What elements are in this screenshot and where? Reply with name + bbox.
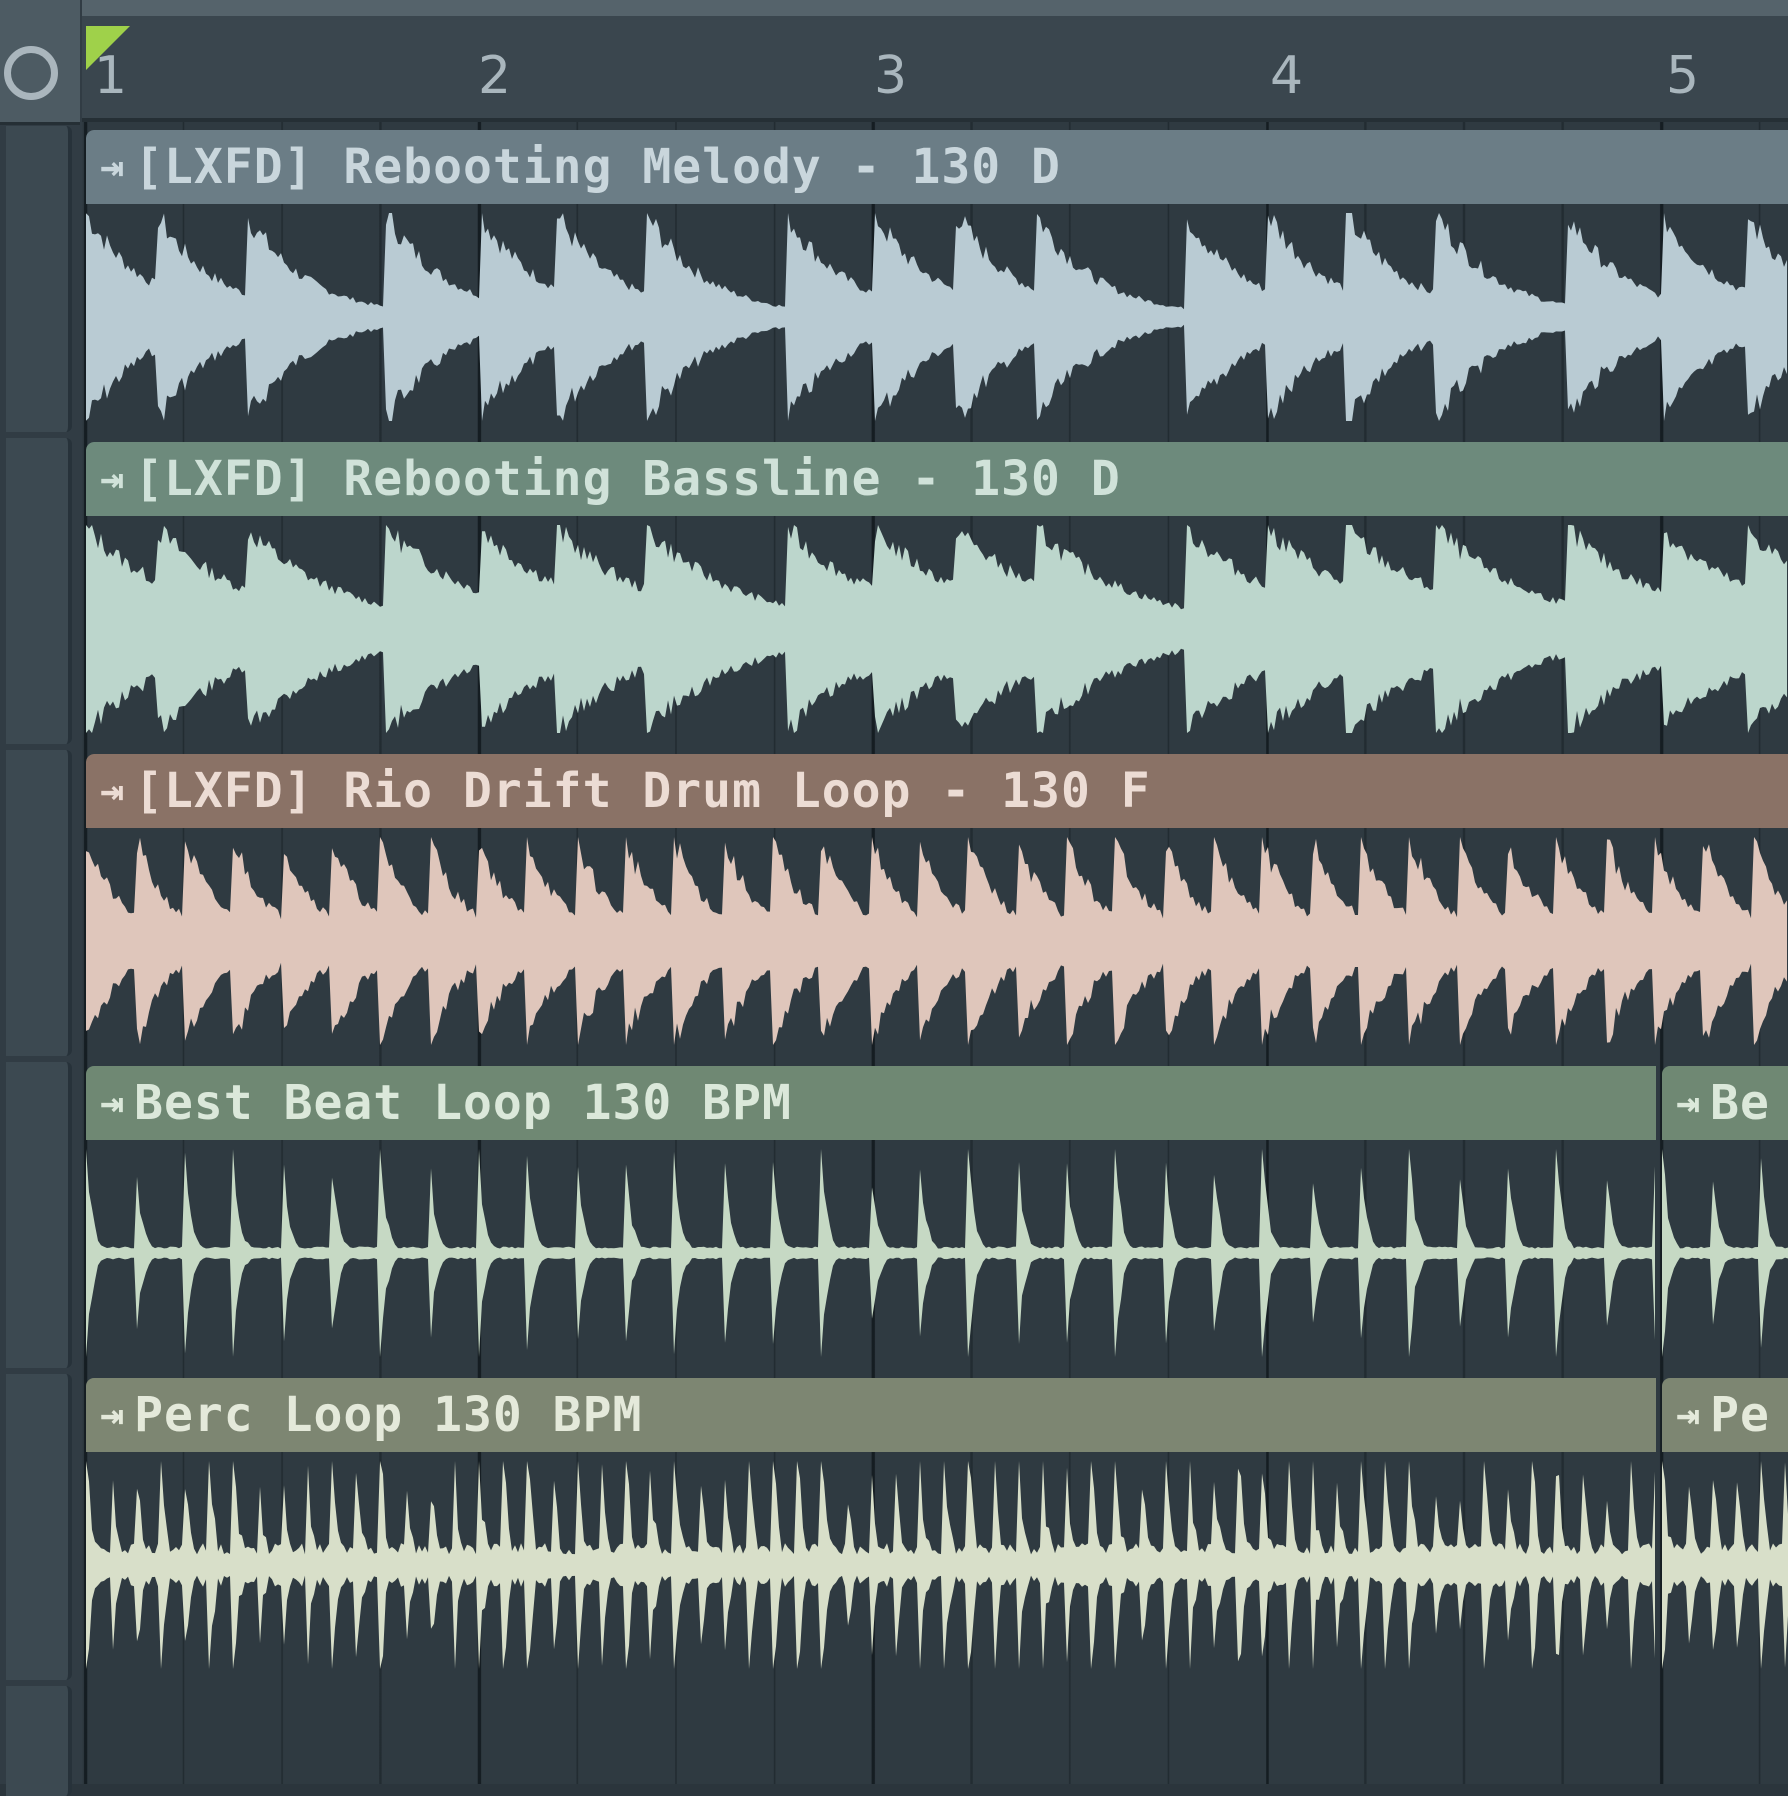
track-header-5[interactable] bbox=[6, 1374, 72, 1680]
waveform bbox=[86, 210, 1788, 424]
audio-clip-perc-loop-next[interactable]: ⇥ Pe bbox=[1662, 1378, 1788, 1678]
track-header-3[interactable] bbox=[6, 750, 72, 1056]
clip-name: Perc Loop 130 BPM bbox=[134, 1387, 643, 1443]
ruler-bar-number: 3 bbox=[874, 46, 908, 106]
audio-clip-beat-loop[interactable]: ⇥ Best Beat Loop 130 BPM bbox=[86, 1066, 1656, 1366]
clip-name: [LXFD] Rebooting Bassline - 130 D bbox=[134, 451, 1121, 507]
waveform bbox=[86, 1146, 1656, 1360]
ruler-scroll-strip[interactable] bbox=[82, 0, 1788, 16]
waveform-shape bbox=[86, 837, 1787, 1045]
waveform-shape bbox=[86, 213, 1787, 421]
waveform bbox=[86, 522, 1788, 736]
clip-title-bar[interactable]: ⇥ [LXFD] Rio Drift Drum Loop - 130 F bbox=[86, 754, 1788, 828]
clip-title-bar[interactable]: ⇥ [LXFD] Rebooting Melody - 130 D bbox=[86, 130, 1788, 204]
clip-name: Pe bbox=[1710, 1387, 1770, 1443]
clip-title-bar[interactable]: ⇥ Pe bbox=[1662, 1378, 1788, 1452]
track-header-1[interactable] bbox=[6, 126, 72, 432]
clip-name: Best Beat Loop 130 BPM bbox=[134, 1075, 792, 1131]
clip-arrow-icon: ⇥ bbox=[1676, 1080, 1701, 1126]
snap-toggle-button[interactable] bbox=[0, 0, 80, 125]
clip-arrow-icon: ⇥ bbox=[100, 1392, 125, 1438]
waveform bbox=[86, 834, 1788, 1048]
audio-clip-drum-loop[interactable]: ⇥ [LXFD] Rio Drift Drum Loop - 130 F bbox=[86, 754, 1788, 1054]
clip-arrow-icon: ⇥ bbox=[100, 768, 125, 814]
track-header-strip bbox=[0, 0, 82, 1796]
clip-arrow-icon: ⇥ bbox=[100, 456, 125, 502]
timeline-ruler[interactable]: 1 2 3 4 5 bbox=[82, 0, 1788, 122]
clip-name: [LXFD] Rio Drift Drum Loop - 130 F bbox=[134, 763, 1151, 819]
clip-arrow-icon: ⇥ bbox=[100, 144, 125, 190]
audio-clip-perc-loop[interactable]: ⇥ Perc Loop 130 BPM bbox=[86, 1378, 1656, 1678]
clip-title-bar[interactable]: ⇥ Perc Loop 130 BPM bbox=[86, 1378, 1656, 1452]
track-header-4[interactable] bbox=[6, 1062, 72, 1368]
playhead-marker-icon[interactable] bbox=[86, 26, 130, 70]
clip-title-bar[interactable]: ⇥ Be bbox=[1662, 1066, 1788, 1140]
waveform-shape bbox=[86, 1149, 1655, 1357]
audio-clip-bassline[interactable]: ⇥ [LXFD] Rebooting Bassline - 130 D bbox=[86, 442, 1788, 742]
clip-arrow-icon: ⇥ bbox=[1676, 1392, 1701, 1438]
waveform-shape bbox=[86, 525, 1787, 733]
waveform-shape bbox=[1662, 1461, 1788, 1669]
waveform bbox=[1662, 1458, 1788, 1672]
waveform bbox=[86, 1458, 1656, 1672]
clip-name: [LXFD] Rebooting Melody - 130 D bbox=[134, 139, 1061, 195]
audio-clip-beat-loop-next[interactable]: ⇥ Be bbox=[1662, 1066, 1788, 1366]
track-header-2[interactable] bbox=[6, 438, 72, 744]
clip-title-bar[interactable]: ⇥ [LXFD] Rebooting Bassline - 130 D bbox=[86, 442, 1788, 516]
audio-clip-melody[interactable]: ⇥ [LXFD] Rebooting Melody - 130 D bbox=[86, 130, 1788, 430]
clip-title-bar[interactable]: ⇥ Best Beat Loop 130 BPM bbox=[86, 1066, 1656, 1140]
ruler-bar-number: 2 bbox=[478, 46, 512, 106]
track-header-6[interactable] bbox=[6, 1686, 72, 1796]
clip-name: Be bbox=[1710, 1075, 1770, 1131]
ruler-bar-number: 4 bbox=[1270, 46, 1304, 106]
waveform-shape bbox=[86, 1461, 1655, 1669]
waveform bbox=[1662, 1146, 1788, 1360]
ruler-bar-number: 5 bbox=[1666, 46, 1700, 106]
circle-icon bbox=[4, 46, 58, 100]
waveform-shape bbox=[1662, 1149, 1788, 1357]
clip-arrow-icon: ⇥ bbox=[100, 1080, 125, 1126]
